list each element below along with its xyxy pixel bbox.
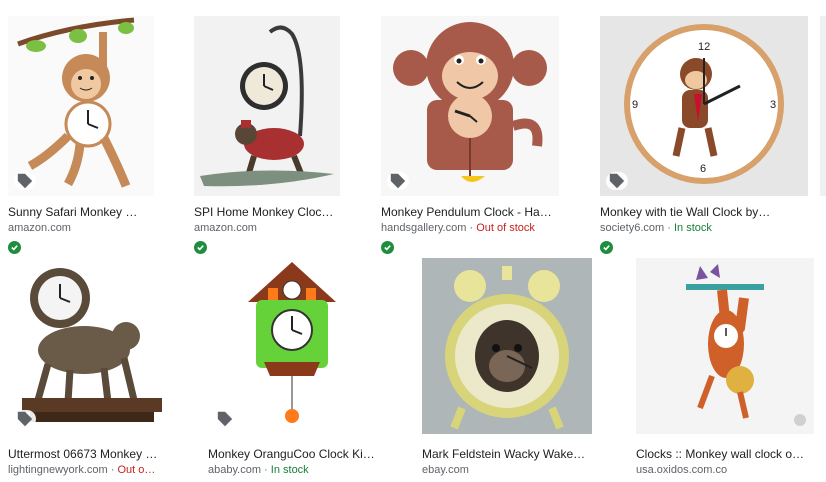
svg-text:9: 9 (632, 99, 638, 111)
result-title[interactable]: Monkey Pendulum Clock - Ha… (381, 205, 559, 219)
result-card[interactable]: Uttermost 06673 Monkey … lightingnewyork… (8, 258, 168, 480)
meta-separator: · (107, 464, 118, 476)
result-thumbnail[interactable] (194, 16, 340, 196)
verified-check-icon (600, 241, 613, 254)
stock-status: In stock (270, 464, 309, 476)
source-domain: usa.oxidos.com.co (636, 464, 728, 476)
verified-check-icon (381, 241, 394, 254)
result-source: amazon.com (8, 222, 154, 234)
stock-status: Out o… (117, 464, 156, 476)
result-card[interactable]: Mark Feldstein Wacky Wake… ebay.com (422, 258, 592, 480)
result-source: amazon.com (194, 222, 340, 234)
svg-text:3: 3 (770, 99, 776, 111)
tag-icon (214, 410, 236, 428)
source-domain: society6.com (600, 222, 665, 234)
tag-icon (387, 172, 409, 190)
result-title[interactable]: Monkey with tie Wall Clock by… (600, 205, 808, 219)
result-card[interactable]: Monkey Pendulum Clock - Ha… handsgallery… (381, 16, 559, 256)
result-title[interactable]: Clocks :: Monkey wall clock o… (636, 447, 814, 461)
result-title[interactable]: Uttermost 06673 Monkey … (8, 447, 168, 461)
tag-icon (606, 172, 628, 190)
result-title[interactable]: Mark Feldstein Wacky Wake… (422, 447, 592, 461)
result-card[interactable]: Monkey OranguCoo Clock Ki… ababy.com · I… (208, 258, 378, 480)
result-source: society6.com · In stock (600, 222, 808, 234)
check-circle-icon (794, 414, 806, 426)
result-source: handsgallery.com · Out of stock (381, 222, 559, 234)
result-card[interactable]: SPI Home Monkey Cloc… amazon.com (194, 16, 340, 256)
tag-icon (14, 172, 36, 190)
verified-check-icon (8, 241, 21, 254)
svg-text:6: 6 (700, 163, 706, 175)
result-title[interactable]: Sunny Safari Monkey … (8, 205, 154, 219)
meta-separator: · (466, 222, 477, 234)
stock-status: Out of stock (476, 222, 535, 234)
result-thumbnail[interactable] (422, 258, 592, 434)
meta-separator: · (664, 222, 674, 234)
result-card[interactable]: 12 3 6 9 Monkey with tie Wall Clock by… … (600, 16, 808, 256)
source-domain: lightingnewyork.com (8, 464, 108, 476)
verified-check-icon (194, 241, 207, 254)
result-card[interactable]: Sunny Safari Monkey … amazon.com (8, 16, 154, 256)
source-domain: amazon.com (8, 222, 71, 234)
result-thumbnail[interactable] (208, 258, 378, 434)
stock-status: In stock (673, 222, 712, 234)
result-source: ababy.com · In stock (208, 464, 378, 476)
result-source: lightingnewyork.com · Out o… (8, 464, 168, 476)
tag-icon (14, 410, 36, 428)
result-thumbnail[interactable] (8, 258, 168, 434)
result-title[interactable]: Monkey OranguCoo Clock Ki… (208, 447, 378, 461)
result-thumbnail[interactable] (381, 16, 559, 196)
result-thumbnail[interactable]: 12 3 6 9 (600, 16, 808, 196)
source-domain: amazon.com (194, 222, 257, 234)
partial-result-thumbnail[interactable] (820, 16, 826, 196)
result-title[interactable]: SPI Home Monkey Cloc… (194, 205, 340, 219)
result-thumbnail[interactable] (636, 258, 814, 434)
result-card[interactable]: Clocks :: Monkey wall clock o… usa.oxido… (636, 258, 814, 480)
result-source: usa.oxidos.com.co (636, 464, 814, 476)
source-domain: handsgallery.com (381, 222, 467, 234)
meta-separator: · (261, 464, 271, 476)
source-domain: ababy.com (208, 464, 261, 476)
source-domain: ebay.com (422, 464, 469, 476)
result-thumbnail[interactable] (8, 16, 154, 196)
result-source: ebay.com (422, 464, 592, 476)
svg-text:12: 12 (698, 41, 710, 53)
